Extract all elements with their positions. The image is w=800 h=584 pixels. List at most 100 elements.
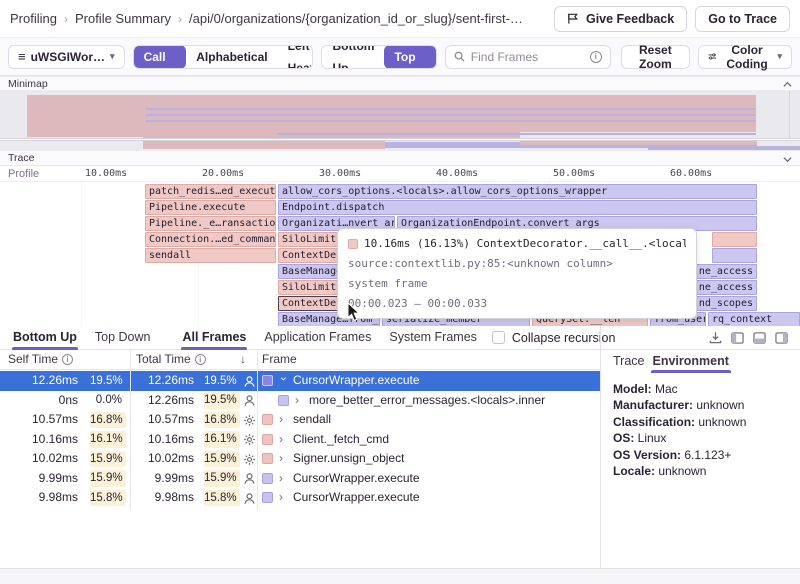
dock-bottom-icon[interactable] [753, 332, 766, 344]
tab-trace-details[interactable]: Trace [611, 352, 647, 373]
frame-name-cell: › Signer.unsign_object [262, 449, 404, 469]
thread-selector[interactable]: ≡ uWSGIWor… ▾ [8, 45, 125, 69]
frame-color-square [262, 414, 273, 425]
system-frame-icon [243, 453, 256, 466]
total-time-percent: 16.8% [204, 412, 240, 429]
self-time-value: 9.99ms [8, 469, 78, 489]
time-axis: Profile 10.00ms20.00ms30.00ms40.00ms50.0… [0, 166, 800, 182]
tab-environment-details[interactable]: Environment [651, 352, 731, 373]
axis-tick-label: 20.00ms [202, 168, 244, 179]
column-divider[interactable] [130, 350, 131, 510]
reset-zoom-button[interactable]: Reset Zoom [621, 45, 690, 69]
col-self-time[interactable]: Self Time i [8, 352, 73, 366]
col-total-time[interactable]: Total Time i [136, 352, 206, 366]
direction-bottom-up[interactable]: Bottom Up [322, 45, 384, 69]
total-time-value: 10.57ms [136, 410, 194, 430]
download-icon[interactable] [709, 331, 722, 344]
frame-name: CursorWrapper.execute [293, 371, 420, 391]
minimap-canvas[interactable] [0, 91, 800, 150]
table-row[interactable]: 10.57ms16.8%10.57ms16.8%›sendall [0, 410, 600, 430]
info-icon: i [62, 354, 73, 365]
total-time-percent: 19.5% [204, 373, 240, 390]
expand-row-icon[interactable]: › [279, 469, 287, 489]
user-frame-icon [243, 394, 256, 407]
sort-direction-icon[interactable]: ↓ [240, 352, 246, 366]
footer-strip [0, 568, 800, 584]
detail-field: Manufacturer: unknown [613, 397, 788, 413]
breadcrumb-separator: › [178, 12, 182, 26]
system-frame-icon [243, 414, 256, 427]
trace-title: Trace [8, 152, 34, 164]
expand-row-icon[interactable]: › [295, 391, 303, 411]
go-to-trace-button[interactable]: Go to Trace [695, 6, 790, 32]
give-feedback-button[interactable]: Give Feedback [554, 6, 687, 32]
collapse-recursion-checkbox[interactable] [492, 331, 505, 344]
info-icon: i [195, 354, 206, 365]
flame-frame[interactable]: patch_redis…ed_execute [145, 184, 276, 199]
table-row[interactable]: 9.99ms15.9%9.99ms15.9%›CursorWrapper.exe… [0, 469, 600, 489]
table-row[interactable]: 10.02ms15.9%10.02ms15.9%›Signer.unsign_o… [0, 449, 600, 469]
column-divider[interactable] [257, 350, 258, 510]
expand-row-icon[interactable]: › [279, 488, 287, 508]
details-tabs: Trace Environment [601, 350, 800, 373]
user-frame-icon [243, 375, 256, 388]
table-row[interactable]: 10.16ms16.1%10.16ms16.1%›Client._fetch_c… [0, 430, 600, 450]
axis-tick-label: 50.00ms [553, 168, 595, 179]
tab-top-down[interactable]: Top Down [86, 326, 160, 350]
tab-all-frames[interactable]: All Frames [173, 326, 255, 350]
tab-application-frames[interactable]: Application Frames [255, 326, 380, 350]
minimap-block [27, 132, 143, 137]
flame-frame[interactable]: allow_cors_options.<locals>.allow_cors_o… [278, 184, 757, 199]
expand-row-icon[interactable]: › [279, 449, 287, 469]
feedback-icon [567, 12, 580, 25]
color-coding-button[interactable]: Color Coding ▾ [698, 45, 792, 69]
collapse-trace-icon[interactable] [783, 156, 792, 163]
find-frames-search[interactable]: i [445, 45, 611, 69]
flame-frame[interactable]: Pipeline._e…ransaction [145, 216, 276, 231]
hamburger-icon: ≡ [18, 49, 26, 64]
expand-row-icon[interactable]: › [279, 410, 287, 430]
table-row[interactable]: 9.98ms15.8%9.98ms15.8%›CursorWrapper.exe… [0, 488, 600, 508]
dock-left-icon[interactable] [731, 332, 744, 344]
flame-frame[interactable]: rq_context [708, 312, 800, 326]
direction-top-down[interactable]: Top Down [384, 45, 436, 69]
frame-name: Signer.unsign_object [293, 449, 404, 469]
breadcrumb-profiling[interactable]: Profiling [10, 11, 57, 26]
col-frame[interactable]: Frame [262, 352, 297, 366]
direction-segmented-control: Bottom Up Top Down [321, 45, 436, 69]
flame-frame[interactable]: sendall [145, 248, 276, 263]
col-self-time-label: Self Time [8, 352, 58, 366]
system-frame-icon [243, 433, 256, 446]
total-time-percent: 15.9% [204, 470, 240, 487]
collapse-row-icon[interactable]: › [273, 377, 293, 385]
tab-bottom-up[interactable]: Bottom Up [4, 326, 86, 350]
collapse-minimap-icon[interactable] [783, 81, 792, 88]
frame-name: CursorWrapper.execute [293, 469, 420, 489]
top-bar: Profiling › Profile Summary › /api/0/org… [0, 0, 800, 38]
expand-row-icon[interactable]: › [279, 430, 287, 450]
tooltip-frame-type: system frame [348, 277, 686, 290]
frame-tooltip: 10.16ms (16.13%) ContextDecorator.__call… [337, 228, 697, 319]
self-time-value: 9.98ms [8, 488, 78, 508]
sort-left-heavy[interactable]: Left Heavy [278, 45, 314, 69]
flame-frame[interactable]: Connection.…ed_command [145, 232, 276, 247]
breadcrumb-profile-summary[interactable]: Profile Summary [75, 11, 171, 26]
sort-alphabetical[interactable]: Alphabetical [186, 46, 277, 68]
flame-frame[interactable] [712, 232, 757, 247]
table-row[interactable]: 0ns0.0%12.26ms19.5%›more_better_error_me… [0, 391, 600, 411]
dock-right-icon[interactable] [775, 332, 788, 344]
self-time-percent: 19.5% [90, 373, 126, 390]
minimap-header: Minimap [0, 76, 800, 91]
flame-frame[interactable] [712, 248, 757, 263]
tooltip-source: source:contextlib.py:85:<unknown column> [348, 257, 686, 270]
table-row[interactable]: 12.26ms19.5%12.26ms19.5%›CursorWrapper.e… [0, 371, 600, 391]
flame-frame[interactable]: Endpoint.dispatch [278, 200, 757, 215]
flame-frame[interactable]: Pipeline.execute [145, 200, 276, 215]
frame-name-cell: › CursorWrapper.execute [262, 469, 420, 489]
self-time-percent: 15.9% [90, 470, 126, 487]
total-time-percent: 16.1% [204, 431, 240, 448]
sort-call-order[interactable]: Call Order [134, 45, 187, 69]
tab-system-frames[interactable]: System Frames [380, 326, 486, 350]
search-input[interactable] [471, 50, 584, 64]
axis-tick-label: 30.00ms [319, 168, 361, 179]
